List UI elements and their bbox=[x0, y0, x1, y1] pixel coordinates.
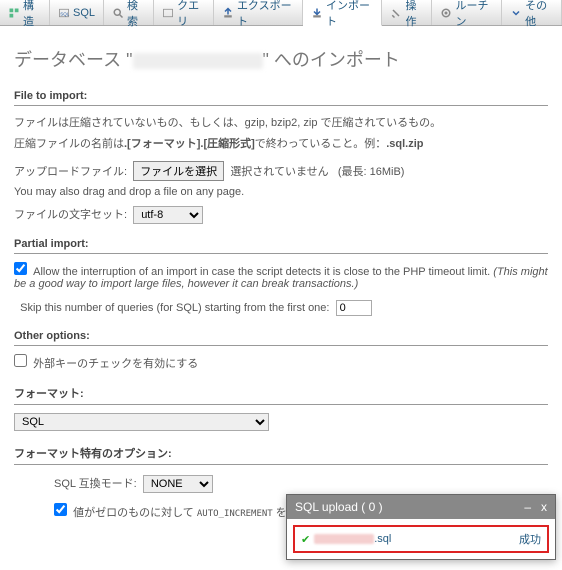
format-row: SQL bbox=[14, 413, 548, 431]
check-icon: ✔ bbox=[301, 533, 310, 546]
section-other: Other options: bbox=[14, 330, 548, 346]
fk-checkbox[interactable] bbox=[14, 354, 27, 367]
section-format-opts: フォーマット特有のオプション: bbox=[14, 445, 548, 465]
charset-row: ファイルの文字セット: utf-8 bbox=[14, 206, 548, 224]
upload-file-row: ✔ .sql 成功 bbox=[293, 525, 549, 553]
tab-label: 操作 bbox=[405, 0, 423, 29]
export-icon bbox=[222, 7, 234, 19]
allow-interrupt-row: Allow the interruption of an import in c… bbox=[14, 262, 548, 290]
upload-row: アップロードファイル: ファイルを選択 選択されていません (最長: 16MiB… bbox=[14, 161, 548, 181]
charset-label: ファイルの文字セット: bbox=[14, 209, 127, 221]
upload-status[interactable]: 成功 bbox=[519, 531, 541, 547]
skip-input[interactable] bbox=[336, 300, 372, 316]
section-file-to-import: File to import: bbox=[14, 90, 548, 106]
tab-import[interactable]: インポート bbox=[303, 0, 383, 26]
page-title: データベース "" へのインポート bbox=[14, 46, 548, 72]
tab-operations[interactable]: 操作 bbox=[382, 0, 432, 25]
tab-search[interactable]: 検索 bbox=[104, 0, 154, 25]
routines-icon bbox=[440, 7, 452, 19]
upload-file-ext: .sql bbox=[374, 533, 391, 545]
upload-popup: SQL upload ( 0 ) – x ✔ .sql 成功 bbox=[286, 494, 556, 560]
dragdrop-hint: You may also drag and drop a file on any… bbox=[14, 186, 548, 198]
tab-label: ルーチン bbox=[455, 0, 493, 29]
tab-label: その他 bbox=[525, 0, 553, 29]
tab-bar: 構造 SQL SQL 検索 クエリ エクスポート インポート 操作 ルーチン そ… bbox=[0, 0, 562, 26]
fk-row: 外部キーのチェックを有効にする bbox=[14, 354, 548, 371]
skip-row: Skip this number of queries (for SQL) st… bbox=[14, 300, 548, 316]
tab-label: 検索 bbox=[127, 0, 145, 29]
section-partial: Partial import: bbox=[14, 238, 548, 254]
import-icon bbox=[311, 7, 323, 19]
choose-file-button[interactable]: ファイルを選択 bbox=[133, 161, 224, 181]
max-size: (最長: 16MiB) bbox=[338, 166, 405, 178]
file-not-selected: 選択されていません bbox=[230, 166, 328, 178]
operations-icon bbox=[390, 7, 402, 19]
query-icon bbox=[162, 7, 174, 19]
tab-label: エクスポート bbox=[237, 0, 294, 29]
popup-minimize-button[interactable]: – bbox=[524, 500, 531, 514]
zero-checkbox[interactable] bbox=[54, 503, 67, 516]
compat-row: SQL 互換モード: NONE bbox=[54, 475, 548, 493]
more-icon bbox=[510, 7, 522, 19]
compress-desc1: ファイルは圧縮されていないもの、もしくは、gzip, bzip2, zip で圧… bbox=[14, 114, 548, 130]
allow-interrupt-checkbox[interactable] bbox=[14, 262, 27, 275]
compat-select[interactable]: NONE bbox=[143, 475, 213, 493]
upload-filename-redacted bbox=[314, 534, 374, 544]
format-select[interactable]: SQL bbox=[14, 413, 269, 431]
tab-label: クエリ bbox=[177, 0, 205, 29]
tab-routines[interactable]: ルーチン bbox=[432, 0, 502, 25]
db-name-redacted bbox=[133, 53, 263, 69]
tab-label: 構造 bbox=[23, 0, 41, 29]
fk-label: 外部キーのチェックを有効にする bbox=[33, 358, 198, 370]
section-format: フォーマット: bbox=[14, 385, 548, 405]
svg-text:SQL: SQL bbox=[60, 11, 70, 16]
skip-label: Skip this number of queries (for SQL) st… bbox=[20, 302, 329, 314]
search-icon bbox=[112, 7, 124, 19]
tab-more[interactable]: その他 bbox=[502, 0, 562, 25]
tab-query[interactable]: クエリ bbox=[154, 0, 214, 25]
popup-close-button[interactable]: x bbox=[541, 500, 547, 514]
compat-label: SQL 互換モード: bbox=[54, 478, 137, 490]
compress-desc2: 圧縮ファイルの名前は.[フォーマット].[圧縮形式]で終わっていること。例：.s… bbox=[14, 135, 548, 151]
upload-label: アップロードファイル: bbox=[14, 166, 127, 178]
upload-popup-title: SQL upload ( 0 ) bbox=[295, 500, 383, 514]
main-content: データベース "" へのインポート File to import: ファイルは圧… bbox=[0, 26, 562, 535]
structure-icon bbox=[8, 7, 20, 19]
charset-select[interactable]: utf-8 bbox=[133, 206, 203, 224]
tab-label: SQL bbox=[73, 7, 95, 19]
sql-icon: SQL bbox=[58, 7, 70, 19]
upload-popup-header: SQL upload ( 0 ) – x bbox=[287, 495, 555, 519]
tab-sql[interactable]: SQL SQL bbox=[50, 0, 104, 25]
tab-export[interactable]: エクスポート bbox=[214, 0, 303, 25]
tab-structure[interactable]: 構造 bbox=[0, 0, 50, 25]
tab-label: インポート bbox=[326, 0, 374, 29]
